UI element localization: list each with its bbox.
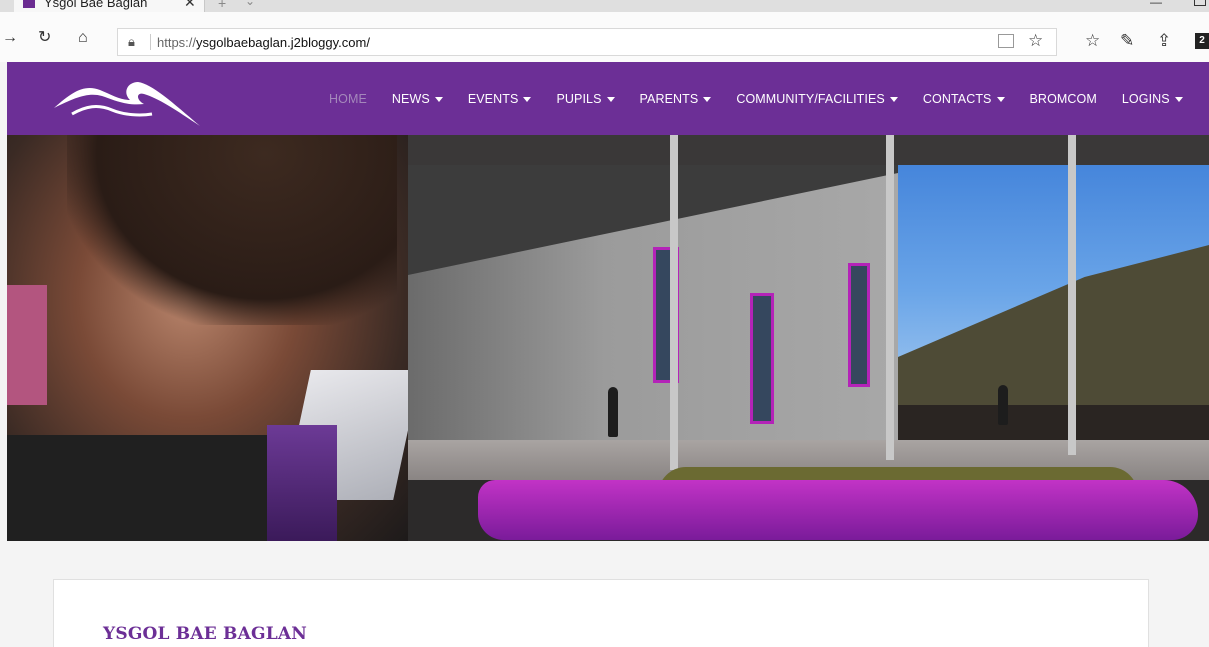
minimize-icon[interactable]: —: [1150, 0, 1162, 9]
web-page: HOME NEWS EVENTS PUPILS PARENTS COMMUNIT…: [7, 62, 1209, 647]
forward-icon[interactable]: →: [2, 30, 18, 46]
photo-sweater: [7, 435, 277, 541]
window-edge: [0, 62, 7, 647]
photo-background: [7, 285, 47, 405]
chevron-down-icon[interactable]: ⌄: [245, 0, 255, 8]
favorite-star-icon[interactable]: ☆: [1028, 31, 1043, 51]
maximize-icon[interactable]: [1194, 0, 1206, 6]
pen-icon[interactable]: ✎: [1120, 31, 1134, 51]
photo-window: [848, 263, 870, 387]
address-bar[interactable]: 🔒︎ https://ysgolbaebaglan.j2bloggy.com/ …: [117, 28, 1057, 56]
photo-purple-bench: [478, 480, 1198, 540]
nav-events[interactable]: EVENTS: [468, 92, 532, 106]
photo-pillar: [886, 135, 894, 460]
caret-down-icon: [1174, 96, 1183, 102]
favorites-list-icon[interactable]: ☆: [1085, 31, 1100, 51]
site-navbar: HOME NEWS EVENTS PUPILS PARENTS COMMUNIT…: [7, 62, 1209, 135]
building-photo: [408, 135, 1209, 541]
main-menu: HOME NEWS EVENTS PUPILS PARENTS COMMUNIT…: [329, 62, 1208, 135]
url-text[interactable]: https://ysgolbaebaglan.j2bloggy.com/: [157, 35, 370, 50]
caret-down-icon: [996, 96, 1005, 102]
hero-banner: [7, 135, 1209, 541]
tab-title: Ysgol Bae Baglan: [44, 0, 148, 10]
nav-pupils[interactable]: PUPILS: [556, 92, 615, 106]
caret-down-icon: [703, 96, 712, 102]
reading-view-icon[interactable]: [998, 34, 1014, 48]
nav-community-facilities[interactable]: COMMUNITY/FACILITIES: [736, 92, 898, 106]
browser-tab-bar: Ysgol Bae Baglan ✕ + ⌄ —: [0, 0, 1209, 12]
photo-tie: [267, 425, 337, 541]
lock-icon: 🔒︎: [128, 34, 135, 49]
photo-person: [608, 387, 618, 437]
school-title: YSGOL BAE BAGLAN: [103, 624, 308, 644]
nav-home[interactable]: HOME: [329, 92, 367, 106]
photo-window: [750, 293, 774, 424]
new-tab-icon[interactable]: +: [218, 0, 226, 11]
nav-contacts[interactable]: CONTACTS: [923, 92, 1005, 106]
photo-pillar: [670, 135, 678, 470]
close-tab-icon[interactable]: ✕: [184, 0, 196, 11]
caret-down-icon: [889, 96, 898, 102]
nav-logins[interactable]: LOGINS: [1122, 92, 1183, 106]
caret-down-icon: [434, 96, 443, 102]
caret-down-icon: [606, 96, 615, 102]
nav-bromcom[interactable]: BROMCOM: [1030, 92, 1097, 106]
student-photo: [7, 135, 421, 541]
home-icon[interactable]: ⌂: [78, 30, 88, 46]
photo-canopy: [408, 135, 1209, 165]
caret-down-icon: [523, 96, 532, 102]
divider: [150, 34, 151, 50]
favicon-icon: [23, 0, 35, 8]
photo-person: [998, 385, 1008, 425]
share-icon[interactable]: ⇪: [1157, 31, 1171, 51]
photo-pillar: [1068, 135, 1076, 455]
refresh-icon[interactable]: ↻: [38, 30, 51, 46]
photo-hair: [67, 135, 397, 325]
browser-tab[interactable]: Ysgol Bae Baglan ✕: [14, 0, 205, 12]
school-logo-icon[interactable]: [52, 70, 202, 130]
content-card: YSGOL BAE BAGLAN: [53, 579, 1149, 647]
extension-icon[interactable]: 2: [1195, 33, 1209, 49]
nav-parents[interactable]: PARENTS: [640, 92, 712, 106]
nav-news[interactable]: NEWS: [392, 92, 443, 106]
